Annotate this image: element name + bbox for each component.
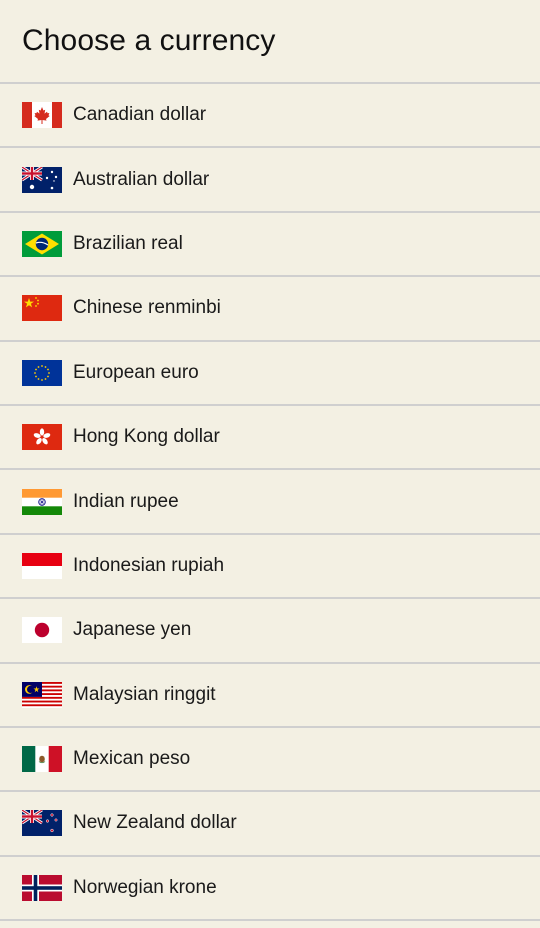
- flag-india-icon: [22, 488, 62, 515]
- currency-item-norwegian-krone[interactable]: Norwegian krone: [0, 857, 540, 922]
- currency-label: Japanese yen: [73, 619, 192, 641]
- flag-china-icon: [22, 295, 62, 322]
- currency-item-australian-dollar[interactable]: Australian dollar: [0, 148, 540, 213]
- currency-item-canadian-dollar[interactable]: Canadian dollar: [0, 84, 540, 149]
- flag-indonesia-icon: [22, 552, 62, 579]
- flag-brazil-icon: [22, 230, 62, 257]
- flag-new-zealand-icon: [22, 810, 62, 837]
- currency-item-brazilian-real[interactable]: Brazilian real: [0, 213, 540, 278]
- flag-hong-kong-icon: [22, 424, 62, 451]
- currency-item-european-euro[interactable]: European euro: [0, 342, 540, 406]
- flag-canada-icon: [22, 102, 62, 129]
- currency-item-indonesian-rupiah[interactable]: Indonesian rupiah: [0, 535, 540, 600]
- flag-eu-icon: [22, 359, 62, 386]
- currency-item-new-zealand-dollar[interactable]: New Zealand dollar: [0, 792, 540, 857]
- flag-norway-icon: [22, 874, 62, 901]
- currency-label: Brazilian real: [73, 232, 183, 254]
- currency-item-chinese-renminbi[interactable]: Chinese renminbi: [0, 277, 540, 342]
- currency-label: Hong Kong dollar: [73, 426, 220, 448]
- currency-item-hong-kong-dollar[interactable]: Hong Kong dollar: [0, 406, 540, 471]
- currency-label: Norwegian krone: [73, 876, 217, 898]
- currency-item-indian-rupee[interactable]: Indian rupee: [0, 470, 540, 535]
- currency-label: Chinese renminbi: [73, 297, 221, 319]
- currency-item-malaysian-ringgit[interactable]: Malaysian ringgit: [0, 664, 540, 728]
- currency-picker-screen: Choose a currency Canadian dollar Austra…: [0, 0, 540, 928]
- currency-label: Indonesian rupiah: [73, 554, 225, 576]
- page-title: Choose a currency: [22, 24, 276, 57]
- currency-label: Australian dollar: [73, 168, 210, 190]
- currency-list: Canadian dollar Australian dollar Brazil…: [0, 84, 540, 922]
- flag-australia-icon: [22, 166, 62, 193]
- currency-item-mexican-peso[interactable]: Mexican peso: [0, 728, 540, 793]
- currency-item-japanese-yen[interactable]: Japanese yen: [0, 599, 540, 664]
- currency-label: New Zealand dollar: [73, 812, 237, 834]
- currency-label: Canadian dollar: [73, 104, 207, 126]
- currency-label: Malaysian ringgit: [73, 683, 216, 705]
- currency-label: Indian rupee: [73, 490, 179, 512]
- flag-mexico-icon: [22, 746, 62, 773]
- currency-label: European euro: [73, 361, 199, 383]
- currency-label: Mexican peso: [73, 748, 191, 770]
- flag-japan-icon: [22, 617, 62, 644]
- flag-malaysia-icon: [22, 681, 62, 708]
- header: Choose a currency: [0, 0, 540, 84]
